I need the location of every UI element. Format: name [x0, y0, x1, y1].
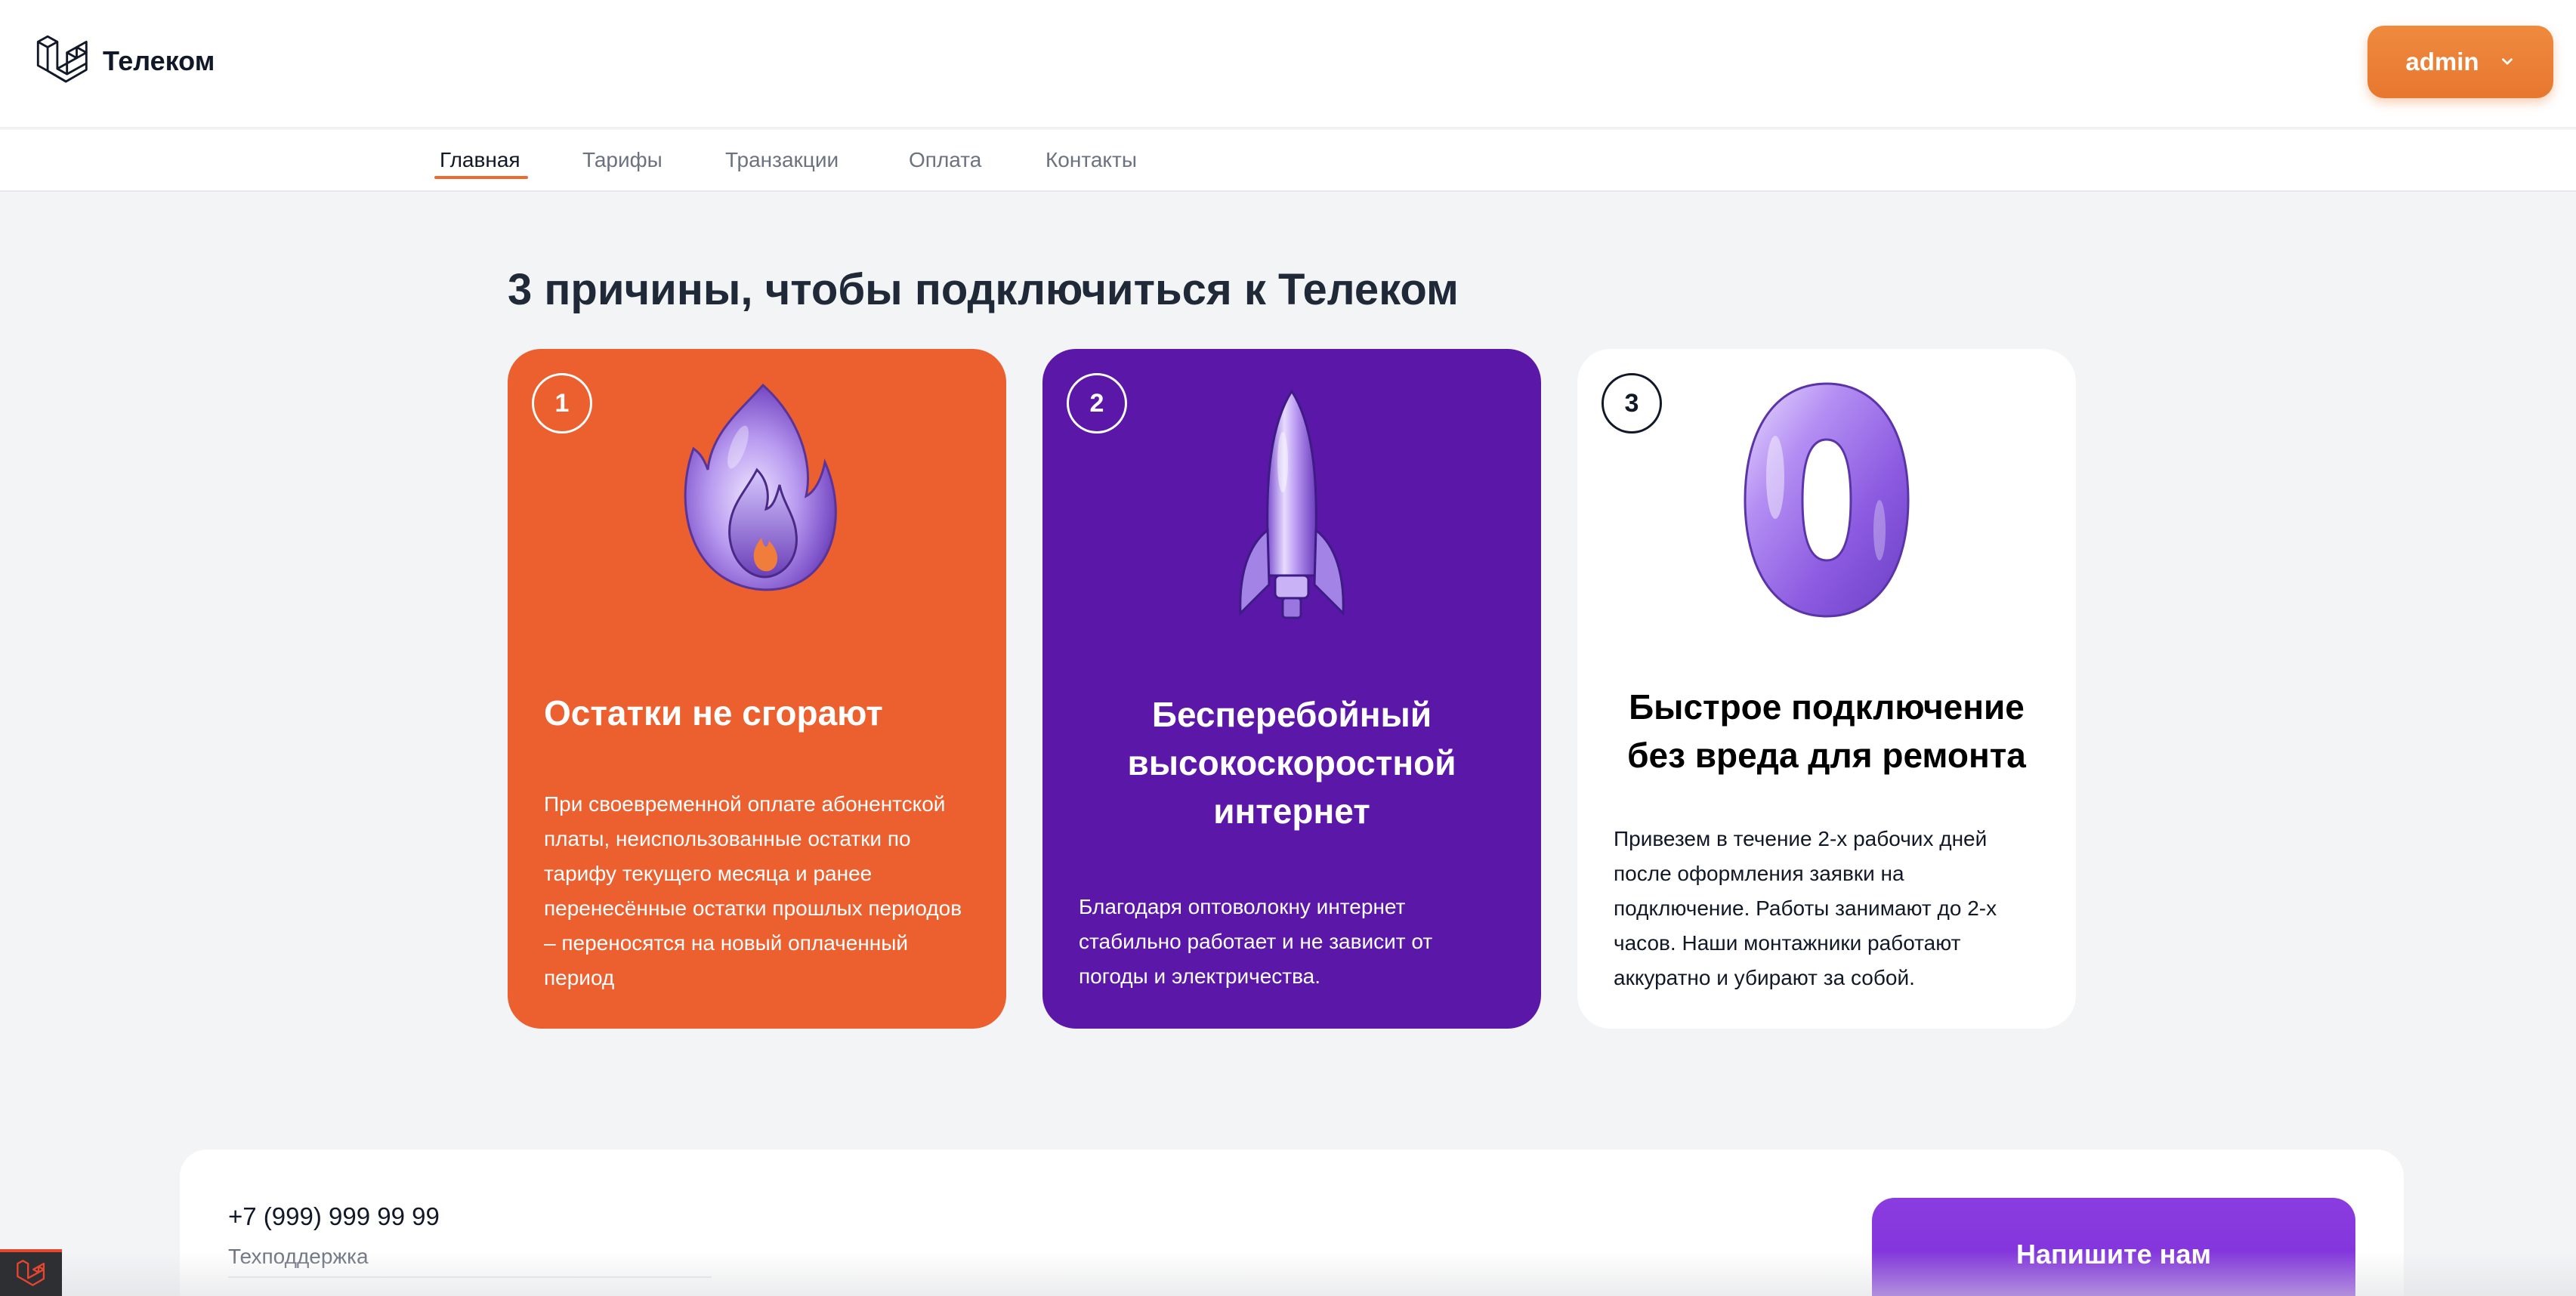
flame-illustration — [684, 383, 837, 591]
card-description: Благодаря оптоволокну интернет стабильно… — [1079, 895, 1433, 988]
card-title: Остатки не сгорают — [544, 693, 883, 733]
rocket-illustration — [1239, 389, 1345, 619]
chevron-down-icon — [2501, 58, 2513, 65]
nav-item-payment[interactable]: Оплата — [909, 148, 981, 172]
laravel-logo-icon[interactable] — [35, 33, 91, 89]
main-nav: Главная Тарифы Транзакции Оплата Контакт… — [0, 130, 2576, 192]
card-title: Бесперебойный высокоскоростной интернет — [1127, 695, 1456, 831]
debugbar-toggle[interactable] — [0, 1249, 62, 1296]
nav-item-tariffs[interactable]: Тарифы — [582, 148, 663, 172]
write-us-button[interactable]: Напишите нам — [1872, 1198, 2355, 1296]
user-name: admin — [2405, 48, 2479, 76]
nav-active-indicator — [434, 176, 528, 179]
support-phone[interactable]: +7 (999) 999 99 99 — [228, 1202, 440, 1231]
card-number-badge: 1 — [532, 373, 592, 434]
card-number-badge: 3 — [1602, 373, 1662, 434]
nav-item-contacts[interactable]: Контакты — [1046, 148, 1137, 172]
divider — [228, 1276, 712, 1278]
support-caption: Техподдержка — [228, 1245, 369, 1268]
brand-name[interactable]: Телеком — [103, 45, 215, 77]
top-header: Телеком admin — [0, 0, 2576, 128]
reason-card-1: 1 Остатки не сгорают При своевременной о… — [508, 349, 1006, 1029]
nav-item-transactions[interactable]: Транзакции — [725, 148, 839, 172]
laravel-logo-icon — [17, 1260, 45, 1286]
reason-card-2: 2 Бесперебойный высокоскоростной интерне… — [1042, 349, 1541, 1029]
zero-balloon-illustration — [1744, 382, 1910, 618]
reason-card-3: 3 Быстрое подключение без вреда для ремо… — [1577, 349, 2076, 1029]
card-description: При своевременной оплате абонентской пла… — [544, 792, 962, 989]
nav-item-home[interactable]: Главная — [440, 148, 520, 172]
section-title: 3 причины, чтобы подключиться к Телеком — [508, 265, 1459, 314]
user-menu-button[interactable]: admin — [2368, 26, 2553, 98]
card-description: Привезем в течение 2-х рабочих дней посл… — [1614, 827, 1997, 989]
card-title: Быстрое подключение без вреда для ремонт… — [1627, 687, 2026, 775]
card-number-badge: 2 — [1067, 373, 1127, 434]
